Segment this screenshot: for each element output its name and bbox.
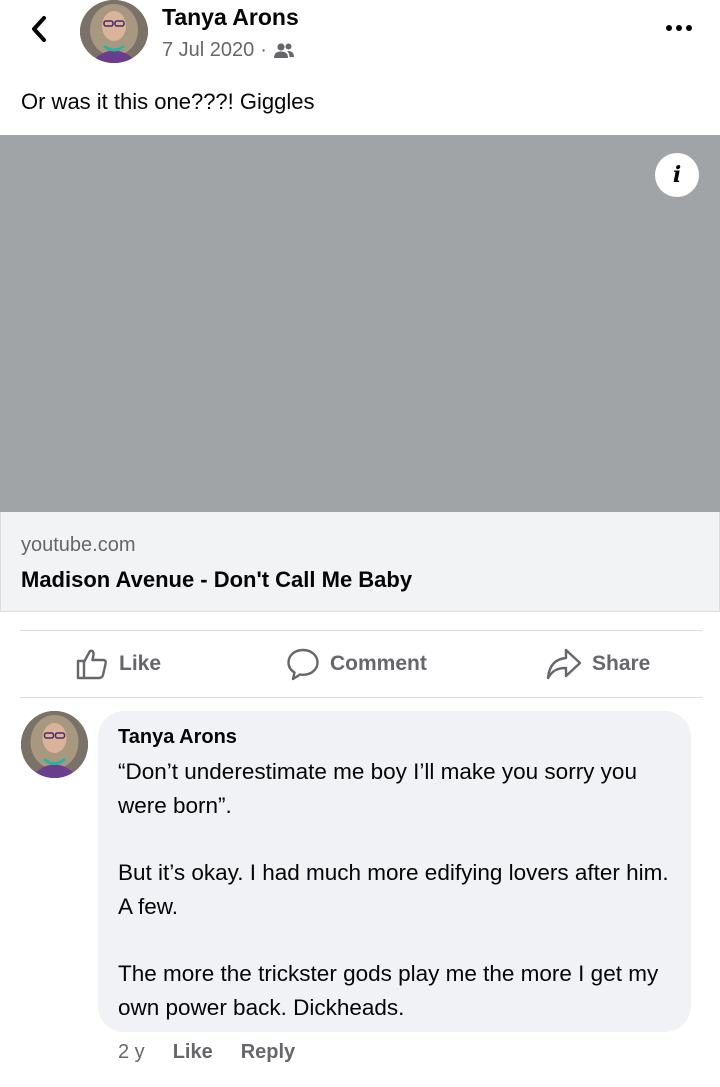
info-button[interactable]: i — [655, 153, 699, 197]
share-label: Share — [592, 652, 651, 675]
share-arrow-icon — [546, 648, 582, 680]
link-preview[interactable]: youtube.com Madison Avenue - Don't Call … — [0, 512, 720, 612]
more-dot-icon — [666, 25, 672, 31]
more-dot-icon — [686, 25, 692, 31]
back-button[interactable] — [22, 12, 56, 46]
meta-separator: · — [260, 39, 267, 61]
comment-label: Comment — [330, 652, 427, 675]
comment-footer: 2 y Like Reply — [118, 1041, 295, 1064]
info-icon: i — [672, 162, 682, 188]
comment-bubble: Tanya Arons “Don’t underestimate me boy … — [98, 711, 691, 1032]
link-title: Madison Avenue - Don't Call Me Baby — [21, 567, 413, 592]
comment-reply-button[interactable]: Reply — [241, 1041, 295, 1064]
more-options-button[interactable] — [664, 18, 694, 38]
author-avatar[interactable] — [80, 0, 148, 63]
link-domain: youtube.com — [21, 534, 136, 556]
comment-paragraph: “Don’t underestimate me boy I’ll make yo… — [118, 759, 637, 818]
comment-body: “Don’t underestimate me boy I’ll make yo… — [118, 755, 678, 1025]
comment-paragraph: But it’s okay. I had much more edifying … — [118, 860, 669, 919]
post-meta: 7 Jul 2020 · — [162, 39, 295, 62]
commenter-avatar[interactable] — [21, 711, 88, 778]
video-thumbnail[interactable]: i — [0, 135, 720, 512]
friends-icon — [273, 42, 294, 58]
like-label: Like — [119, 652, 162, 675]
comment-author[interactable]: Tanya Arons — [118, 726, 237, 749]
share-button[interactable]: Share — [546, 631, 650, 697]
post-date[interactable]: 7 Jul 2020 — [162, 39, 254, 62]
chevron-left-icon — [32, 16, 46, 42]
like-button[interactable]: Like — [75, 631, 161, 697]
comment-paragraph: The more the trickster gods play me the … — [118, 961, 659, 1020]
post-text: Or was it this one???! Giggles — [21, 89, 315, 114]
comment-age: 2 y — [118, 1041, 145, 1063]
more-dot-icon — [676, 25, 682, 31]
comment-bubble-icon — [287, 648, 319, 681]
post-header: Tanya Arons 7 Jul 2020 · — [0, 0, 720, 70]
comment-like-button[interactable]: Like — [173, 1041, 213, 1064]
thumbs-up-icon — [76, 649, 107, 680]
comment-button[interactable]: Comment — [286, 631, 427, 697]
post-action-bar: Like Comment Share — [20, 630, 702, 698]
author-name[interactable]: Tanya Arons — [162, 4, 299, 31]
